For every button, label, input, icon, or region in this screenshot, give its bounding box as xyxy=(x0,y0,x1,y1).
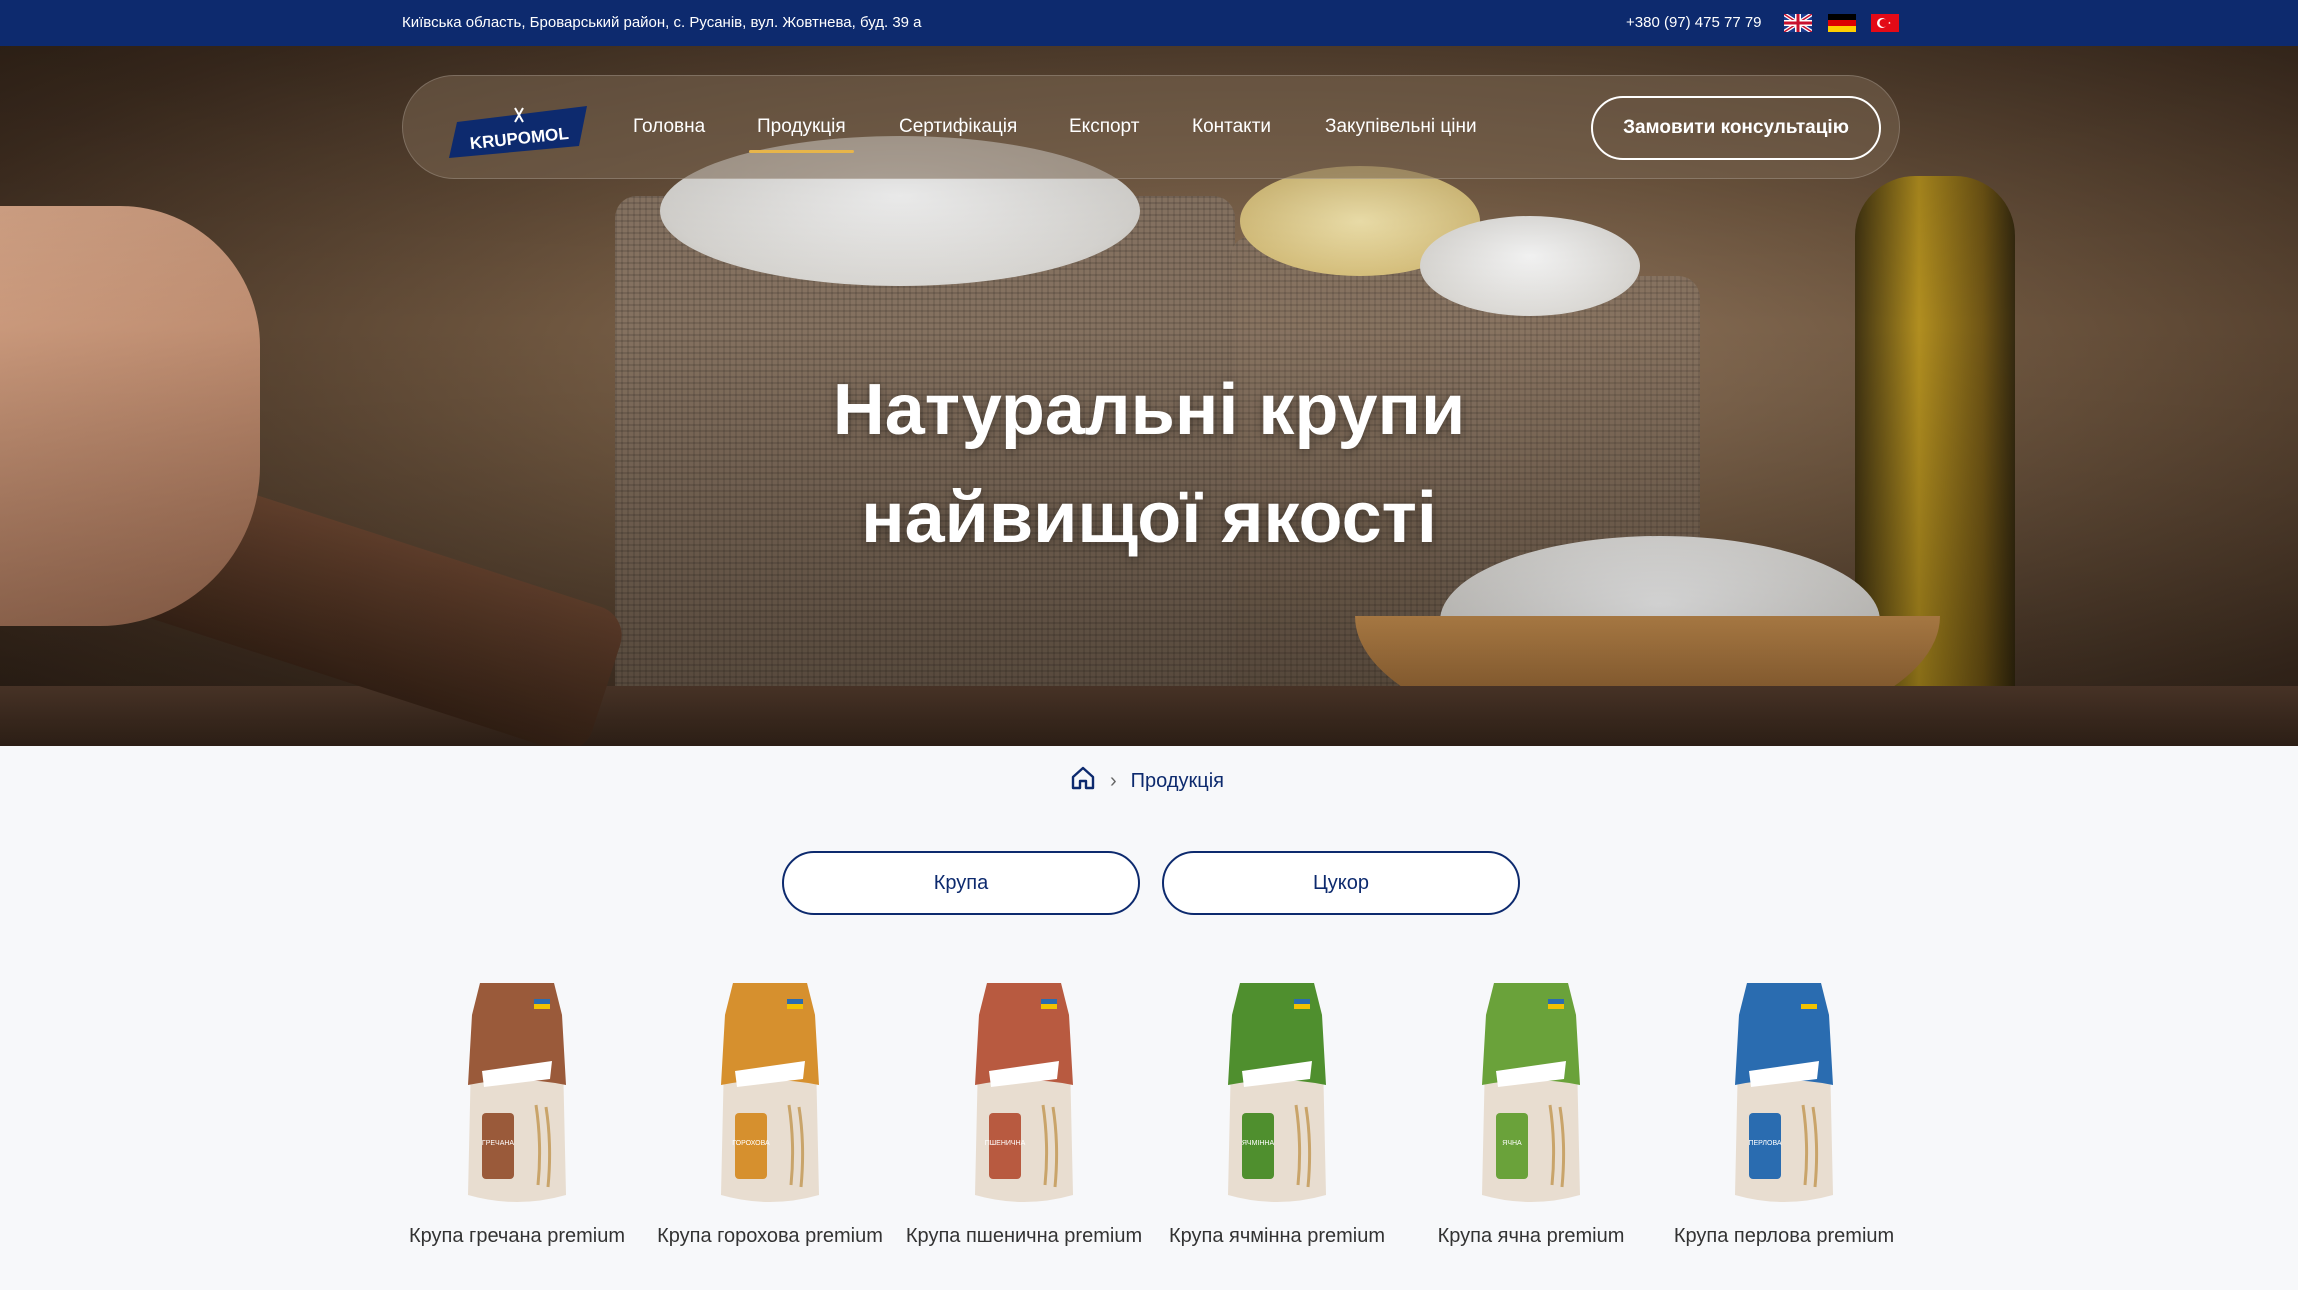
product-name[interactable]: Крупа гречана premium xyxy=(394,1222,640,1251)
product-bag-image[interactable]: ПШЕНИЧНА xyxy=(969,975,1079,1210)
product-bag-image[interactable]: ЯЧМІННА xyxy=(1222,975,1332,1210)
phone-link[interactable]: +380 (97) 475 77 79 xyxy=(1626,14,1762,31)
address-text: Київська область, Броварський район, с. … xyxy=(402,14,922,31)
category-grain-button[interactable]: Крупа xyxy=(782,851,1140,915)
bag-label: ГРЕЧАНА xyxy=(482,1140,515,1147)
product-bag-image[interactable]: ПЕРЛОВА xyxy=(1729,975,1839,1210)
order-consultation-button[interactable]: Замовити консультацію xyxy=(1591,96,1881,160)
home-icon[interactable] xyxy=(1070,765,1096,797)
top-bar: Київська область, Броварський район, с. … xyxy=(0,0,2298,46)
nav-item-contacts[interactable]: Контакти xyxy=(1192,116,1271,138)
bag-label: ПЕРЛОВА xyxy=(1748,1140,1781,1147)
product-name[interactable]: Крупа горохова premium xyxy=(647,1222,893,1251)
nav-item-products[interactable]: Продукція xyxy=(749,116,854,153)
bag-label: ГОРОХОВА xyxy=(732,1140,770,1147)
breadcrumb-current: Продукція xyxy=(1130,769,1225,792)
product-bag-image[interactable]: ГОРОХОВА xyxy=(715,975,825,1210)
main-nav: KRUPOMOL Головна Продукція Сертифікація … xyxy=(402,75,1900,179)
product-name[interactable]: Крупа пшенична premium xyxy=(901,1222,1147,1251)
product-card[interactable]: ГОРОХОВА Крупа горохова premium xyxy=(647,975,893,1251)
nav-item-purchase-prices[interactable]: Закупівельні ціни xyxy=(1325,116,1477,138)
hero-headline: Натуральні крупи найвищої якості xyxy=(832,370,1466,558)
nav-item-export[interactable]: Експорт xyxy=(1069,116,1139,138)
de-flag-icon[interactable] xyxy=(1828,14,1856,32)
product-name[interactable]: Крупа перлова premium xyxy=(1661,1222,1907,1251)
product-card[interactable]: ЯЧМІННА Крупа ячмінна premium xyxy=(1154,975,1400,1251)
en-flag-icon[interactable] xyxy=(1784,14,1812,32)
bag-label: ПШЕНИЧНА xyxy=(985,1140,1026,1147)
product-card[interactable]: ПШЕНИЧНА Крупа пшенична premium xyxy=(901,975,1147,1251)
product-bag-image[interactable]: ЯЧНА xyxy=(1476,975,1586,1210)
bag-label: ЯЧМІННА xyxy=(1242,1140,1275,1147)
breadcrumb: › Продукція xyxy=(1070,766,1224,796)
krupomol-logo[interactable]: KRUPOMOL xyxy=(449,102,589,158)
product-name[interactable]: Крупа ячна premium xyxy=(1408,1222,1654,1251)
breadcrumb-separator: › xyxy=(1110,769,1117,792)
product-card[interactable]: ПЕРЛОВА Крупа перлова premium xyxy=(1661,975,1907,1251)
nav-item-certification[interactable]: Сертифікація xyxy=(899,116,1017,138)
category-sugar-button[interactable]: Цукор xyxy=(1162,851,1520,915)
product-card[interactable]: ГРЕЧАНА Крупа гречана premium xyxy=(394,975,640,1251)
product-name[interactable]: Крупа ячмінна premium xyxy=(1154,1222,1400,1251)
bag-label: ЯЧНА xyxy=(1502,1140,1522,1147)
product-bag-image[interactable]: ГРЕЧАНА xyxy=(462,975,572,1210)
nav-item-home[interactable]: Головна xyxy=(633,116,705,138)
tr-flag-icon[interactable] xyxy=(1871,14,1899,32)
product-card[interactable]: ЯЧНА Крупа ячна premium xyxy=(1408,975,1654,1251)
